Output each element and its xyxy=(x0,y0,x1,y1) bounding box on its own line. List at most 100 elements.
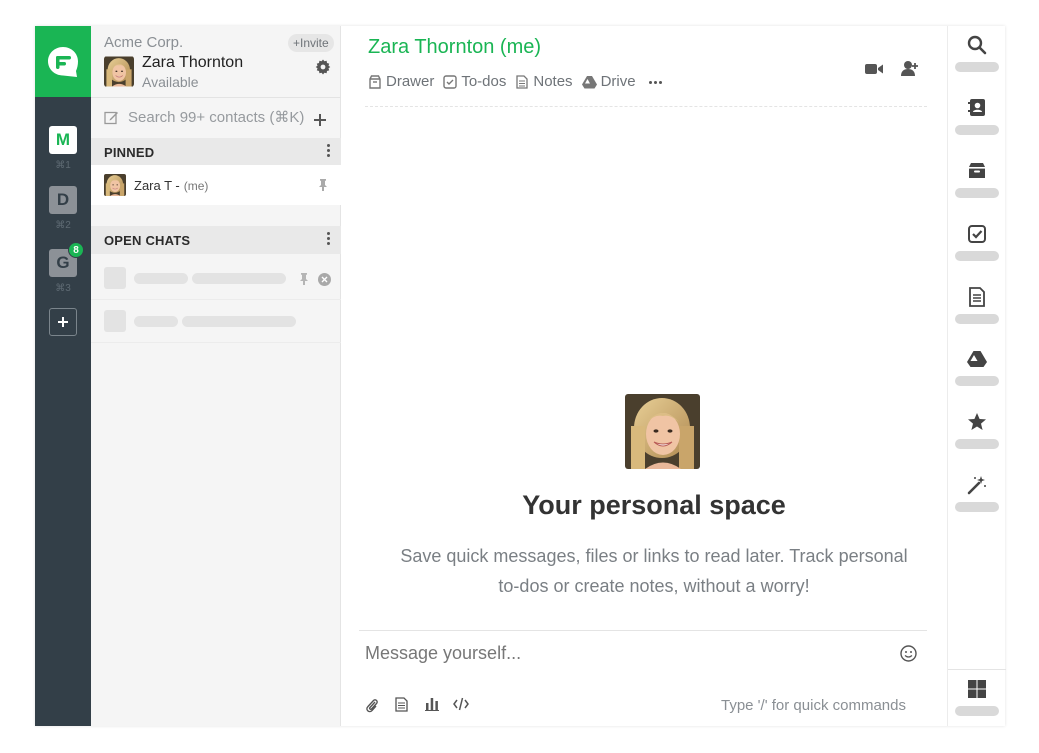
empty-state-description: Save quick messages, files or links to r… xyxy=(400,546,908,596)
drawer-icon xyxy=(969,163,985,178)
invite-button[interactable]: +Invite xyxy=(288,34,334,52)
emoji-button[interactable] xyxy=(900,645,917,667)
app-window: M ⌘1 D ⌘2 G 8 ⌘3 Acme Corp. +Invite Zara… xyxy=(35,26,1006,726)
workspace-g[interactable]: G 8 xyxy=(49,242,84,277)
search-icon xyxy=(967,35,987,55)
video-camera-icon xyxy=(865,64,883,74)
message-input[interactable] xyxy=(365,640,885,666)
unread-badge: 8 xyxy=(68,242,84,258)
settings-button[interactable] xyxy=(315,59,331,80)
video-call-button[interactable] xyxy=(865,62,883,81)
app-label-placeholder xyxy=(955,251,999,261)
workspace-shortcut: ⌘1 xyxy=(55,160,71,171)
workspace-letter: D xyxy=(56,190,70,209)
app-label-placeholder xyxy=(955,706,999,716)
empty-state-title: Your personal space xyxy=(522,490,786,520)
divider xyxy=(948,669,1006,670)
star-icon xyxy=(968,413,986,430)
app-label-placeholder xyxy=(955,314,999,324)
avatar[interactable] xyxy=(104,56,134,87)
user-name[interactable]: Zara Thornton xyxy=(142,54,243,72)
pinned-menu-button[interactable] xyxy=(327,144,331,159)
chat-name: Zara T - (me) xyxy=(134,178,208,193)
flock-logo-icon xyxy=(48,46,78,77)
me-tag: (me) xyxy=(183,179,209,193)
apps-sidebar xyxy=(947,26,1006,726)
workspace-letter: M xyxy=(55,130,71,149)
starred-app[interactable] xyxy=(948,412,1006,472)
emoji-icon xyxy=(900,645,917,662)
app-label-placeholder xyxy=(955,439,999,449)
org-name: Acme Corp. xyxy=(104,34,184,51)
contact-search[interactable]: Search 99+ contacts (⌘K) xyxy=(104,108,304,126)
tab-drawer[interactable]: Drawer xyxy=(368,73,434,90)
tab-label: Drawer xyxy=(386,73,435,90)
workspace-letter: G xyxy=(56,253,70,272)
list-item xyxy=(91,300,341,343)
magic-app[interactable] xyxy=(948,475,1006,535)
drawer-icon xyxy=(369,74,381,89)
header-divider xyxy=(365,106,927,107)
magic-wand-icon xyxy=(967,476,986,495)
tab-notes[interactable]: Notes xyxy=(515,73,573,90)
chat-name-text: Zara T - xyxy=(134,178,180,193)
new-chat-button[interactable] xyxy=(313,106,327,133)
notes-app[interactable] xyxy=(948,287,1006,347)
tab-drive[interactable]: Drive xyxy=(581,73,636,90)
todos-app[interactable] xyxy=(948,224,1006,284)
avatar xyxy=(625,394,700,469)
open-chats-menu-button[interactable] xyxy=(327,232,331,247)
apps-grid-icon xyxy=(968,680,986,698)
drive-app[interactable] xyxy=(948,349,1006,409)
attach-button[interactable] xyxy=(365,697,379,718)
poll-button[interactable] xyxy=(425,697,439,716)
add-workspace-button[interactable] xyxy=(49,308,77,336)
user-photo xyxy=(104,56,134,87)
drawer-app[interactable] xyxy=(948,161,1006,221)
pinned-title: PINNED xyxy=(104,145,155,160)
drive-icon xyxy=(967,351,987,367)
unpin-button[interactable] xyxy=(318,178,328,196)
tab-todos[interactable]: To-dos xyxy=(443,73,506,90)
tab-label: Drive xyxy=(600,73,636,90)
add-user-icon xyxy=(901,61,918,76)
workspace-shortcut: ⌘3 xyxy=(55,283,71,294)
search-app[interactable] xyxy=(948,35,1006,95)
apps-grid-button[interactable] xyxy=(948,679,1006,739)
workspace-shortcut: ⌘2 xyxy=(55,220,71,231)
chat-pane: Zara Thornton (me) Drawer To-dos Notes D… xyxy=(341,26,947,726)
divider xyxy=(91,97,341,98)
code-snippet-button[interactable] xyxy=(453,697,469,716)
sidebar: Acme Corp. +Invite Zara Thornton Availab… xyxy=(91,26,341,726)
app-label-placeholder xyxy=(955,502,999,512)
contacts-app[interactable] xyxy=(948,98,1006,158)
workspace-d[interactable]: D xyxy=(49,186,77,214)
open-chats-title: OPEN CHATS xyxy=(104,233,191,248)
plus-icon xyxy=(58,317,68,327)
plus-icon xyxy=(314,114,326,126)
pin-icon xyxy=(319,179,327,191)
workspace-rail: M ⌘1 D ⌘2 G 8 ⌘3 xyxy=(35,26,91,726)
pin-icon xyxy=(300,273,308,285)
more-tabs-button[interactable] xyxy=(649,81,662,84)
note-button[interactable] xyxy=(395,697,408,717)
notes-icon xyxy=(395,697,408,712)
tab-label: Notes xyxy=(533,73,573,90)
notes-icon xyxy=(516,74,529,89)
tab-label: To-dos xyxy=(461,73,507,90)
list-item[interactable]: Zara T - (me) xyxy=(91,165,341,205)
workspace-m[interactable]: M xyxy=(49,126,77,154)
user-photo xyxy=(104,174,126,196)
chat-title[interactable]: Zara Thornton (me) xyxy=(368,36,541,59)
close-icon[interactable] xyxy=(318,273,331,286)
paperclip-icon xyxy=(366,699,378,713)
list-item xyxy=(91,257,341,300)
user-status[interactable]: Available xyxy=(142,74,199,90)
search-placeholder: Search 99+ contacts (⌘K) xyxy=(128,109,305,126)
contacts-icon xyxy=(968,99,985,116)
bar-chart-icon xyxy=(425,698,439,711)
add-member-button[interactable] xyxy=(901,60,919,82)
todos-icon xyxy=(968,225,986,243)
checkbox-icon xyxy=(443,74,458,89)
app-logo[interactable] xyxy=(35,26,91,97)
